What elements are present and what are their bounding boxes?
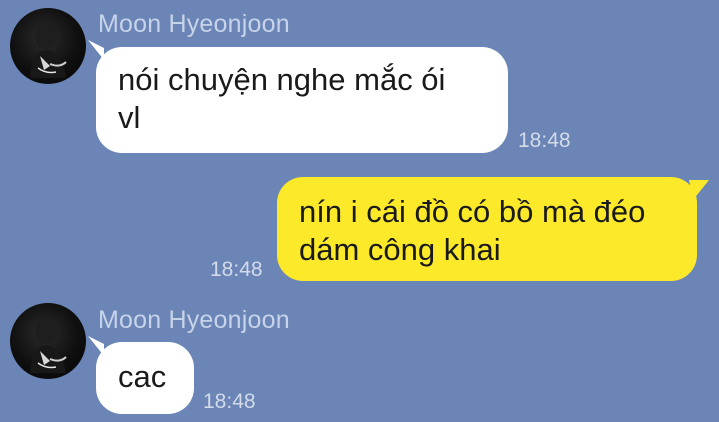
contact-avatar[interactable] — [10, 303, 86, 379]
incoming-message-bubble[interactable]: nói chuyện nghe mắc ói vl — [96, 47, 508, 153]
contact-avatar[interactable] — [10, 8, 86, 84]
outgoing-message-bubble[interactable]: nín i cái đồ có bồ mà đéo dám công khai — [277, 177, 697, 281]
message-text: nín i cái đồ có bồ mà đéo dám công khai — [299, 194, 646, 267]
message-timestamp: 18:48 — [210, 258, 263, 281]
sender-name: Moon Hyeonjoon — [98, 10, 290, 38]
sender-name: Moon Hyeonjoon — [98, 306, 290, 334]
message-timestamp: 18:48 — [518, 129, 571, 152]
message-text: nói chuyện nghe mắc ói vl — [118, 62, 446, 135]
message-timestamp: 18:48 — [203, 390, 256, 413]
message-text: cac — [118, 359, 167, 394]
outgoing-bubble-tail — [689, 180, 709, 200]
chat-thread[interactable]: Moon Hyeonjoon nói chuyện nghe mắc ói vl… — [0, 0, 719, 422]
incoming-message-bubble[interactable]: cac — [96, 342, 194, 414]
